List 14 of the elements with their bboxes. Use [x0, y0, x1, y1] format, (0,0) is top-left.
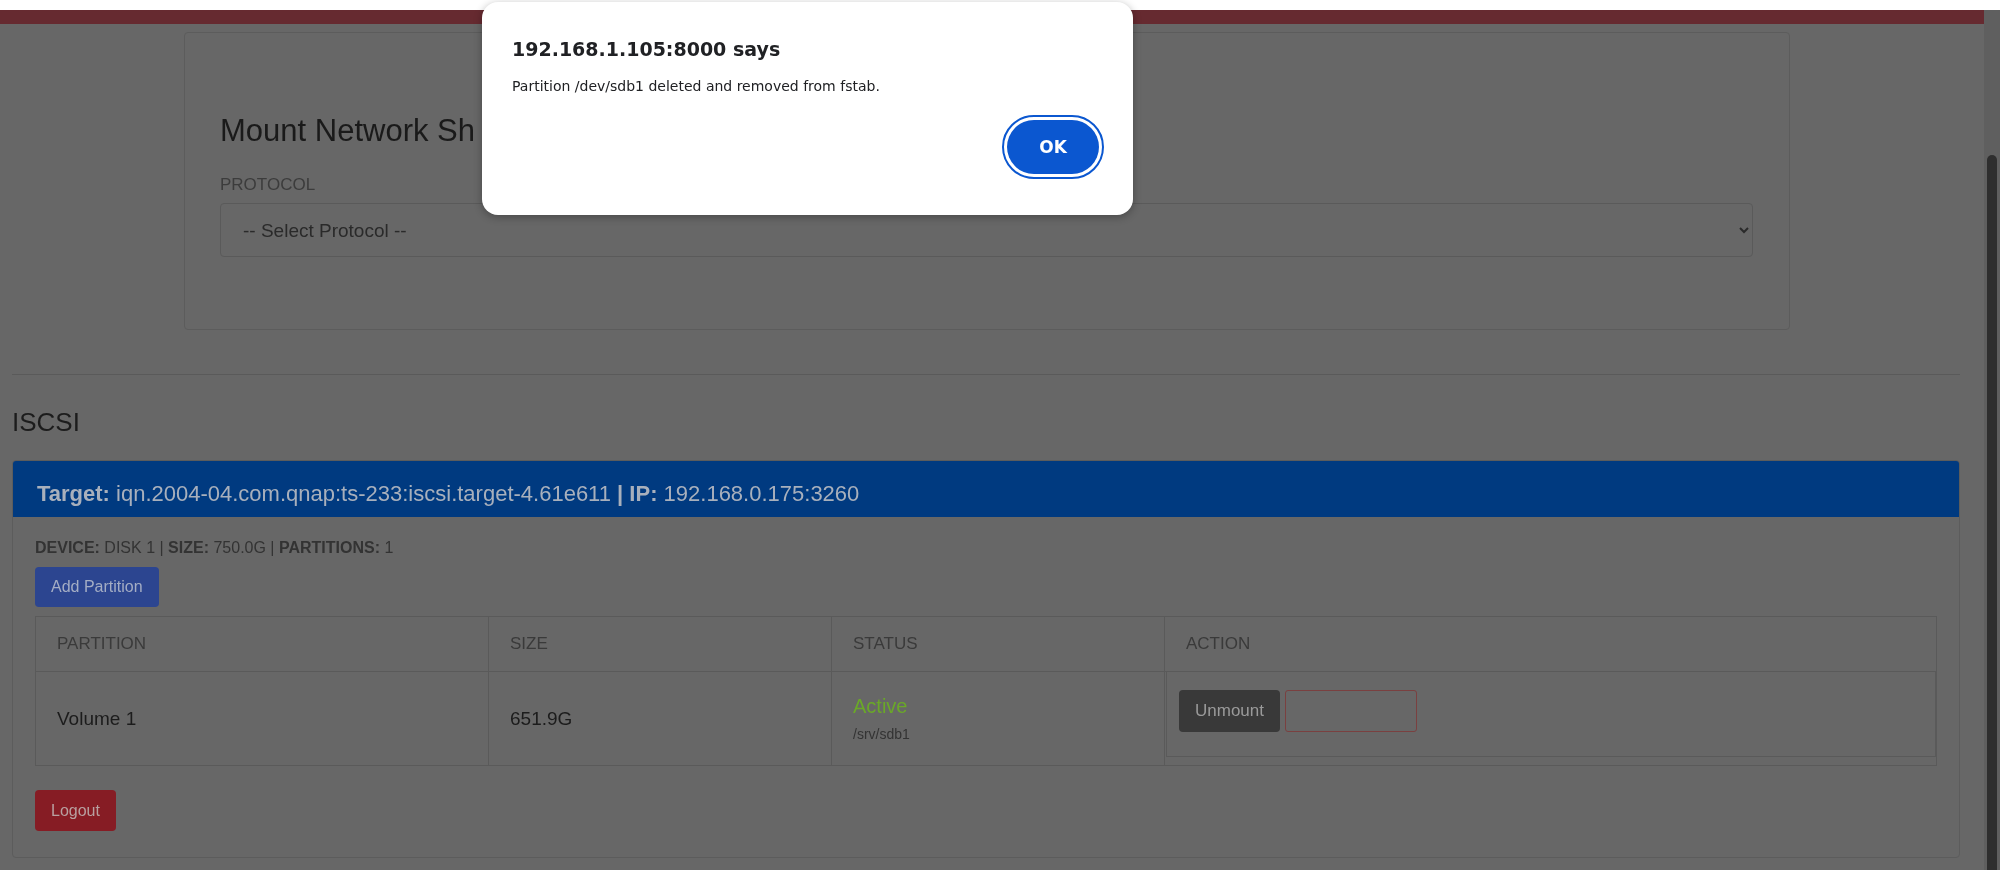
input-field[interactable] — [1285, 690, 1417, 732]
target-text: Target: iqn.2004-04.com.qnap:ts-233:iscsi.target-4.61e611 | IP: 192.168.0.175:3260 — [37, 481, 860, 507]
protocol-select[interactable]: -- Select Protocol -- — [220, 203, 1753, 257]
add-partition-button[interactable]: Add Partition — [35, 567, 159, 607]
logout-button[interactable]: Logout — [35, 790, 116, 831]
table-cell: 651.9G — [488, 671, 832, 766]
section-heading: ISCSI — [12, 407, 80, 438]
status-text: Active — [853, 695, 908, 718]
dialog-title: 192.168.1.105:8000 says — [512, 38, 781, 60]
dialog-message: Partition /dev/sdb1 deleted and removed from fstab. — [512, 78, 880, 94]
form-title: Mount Network Sh — [220, 113, 475, 149]
unmount-button[interactable]: Unmount — [1179, 690, 1280, 732]
scrollbar[interactable] — [1984, 10, 2000, 870]
table-cell: Volume 1 — [35, 671, 489, 766]
